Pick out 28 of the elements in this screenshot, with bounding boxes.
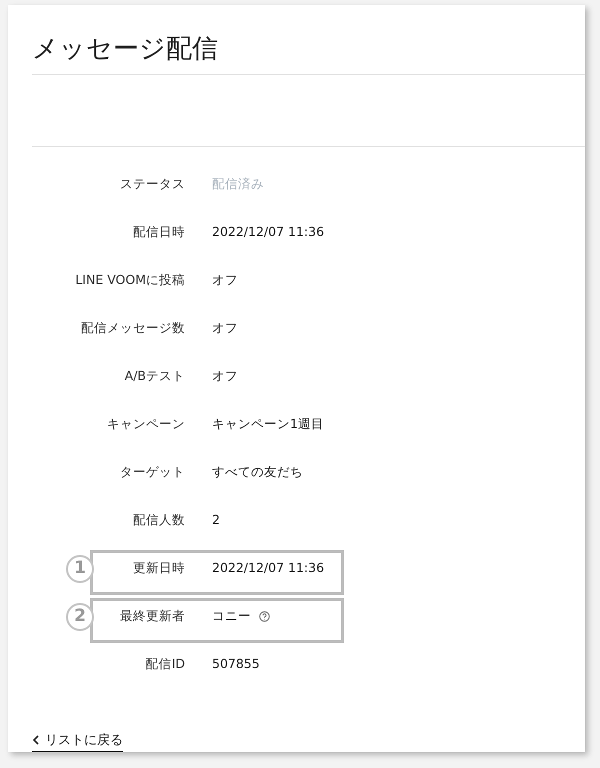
page-title: メッセージ配信 [32, 36, 218, 62]
callout-number: 2 [66, 602, 94, 630]
field-value: オフ [212, 367, 238, 386]
field-value: 507855 [212, 655, 260, 674]
field-value: オフ [212, 319, 238, 338]
field-value: 2022/12/07 11:36 [212, 559, 324, 578]
field-label: ターゲット [120, 463, 185, 482]
chevron-left-icon [32, 735, 39, 746]
field-value: キャンペーン1週目 [212, 415, 324, 434]
field-label: LINE VOOMに投稿 [75, 271, 185, 290]
field-value: コニー [212, 607, 251, 626]
field-value: オフ [212, 271, 238, 290]
field-label: 配信日時 [133, 223, 185, 242]
field-label: キャンペーン [107, 415, 185, 434]
field-label: 最終更新者 [120, 607, 185, 626]
back-link[interactable]: リストに戻る [32, 730, 123, 752]
field-value: 配信済み [212, 175, 264, 194]
field-value: 2022/12/07 11:36 [212, 223, 324, 242]
callout-number: 1 [66, 554, 94, 582]
field-label: 更新日時 [133, 559, 185, 578]
field-value: すべての友だち [212, 463, 303, 482]
field-value: 2 [212, 511, 220, 530]
field-label: ステータス [120, 175, 185, 194]
field-label: 配信ID [146, 655, 185, 674]
field-label: A/Bテスト [124, 367, 185, 386]
help-icon[interactable] [259, 611, 270, 622]
field-label: 配信人数 [133, 511, 185, 530]
field-label: 配信メッセージ数 [81, 319, 185, 338]
